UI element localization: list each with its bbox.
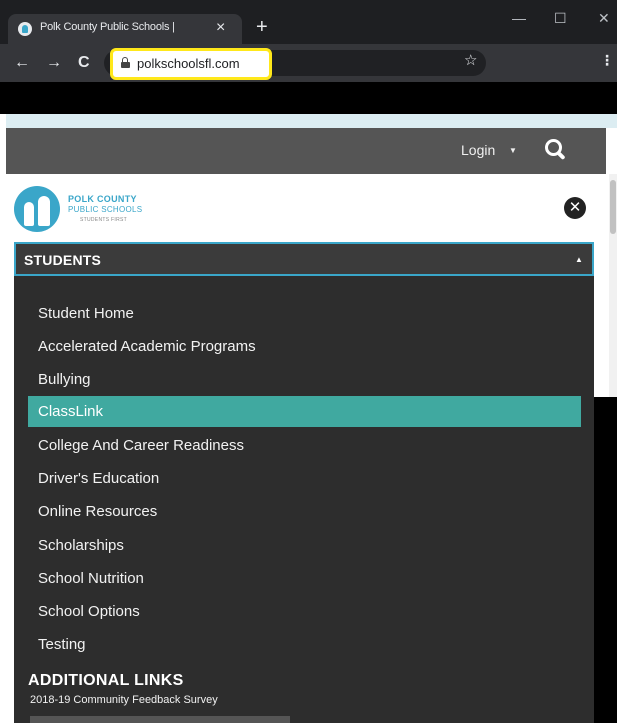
close-window-icon[interactable]: ✕ (598, 8, 610, 28)
logo-line-1: POLK COUNTY (68, 194, 137, 204)
new-tab-icon[interactable]: + (256, 14, 268, 40)
close-menu-icon[interactable]: ✕ (564, 197, 586, 219)
menu-item-school-options[interactable]: School Options (28, 596, 581, 627)
forward-icon[interactable]: → (46, 53, 62, 73)
logo-mark-icon (14, 186, 60, 232)
menu-item-classlink[interactable]: ClassLink (28, 396, 581, 427)
url-text[interactable]: polkschoolsfl.com (137, 56, 240, 71)
menu-item-college-and-career-readiness[interactable]: College And Career Readiness (28, 430, 581, 461)
additional-link-item[interactable]: 2018-19 Community Feedback Survey (30, 694, 218, 706)
back-icon[interactable]: ← (14, 53, 30, 73)
chevron-down-icon[interactable]: ▼ (509, 142, 517, 160)
menu-item-testing[interactable]: Testing (28, 629, 581, 660)
browser-menu-icon[interactable]: ⋮ (600, 52, 614, 69)
section-dropdown[interactable]: STUDENTS ▲ (14, 242, 594, 276)
browser-tab-strip: Polk County Public Schools | × + — ☐ ✕ (0, 0, 617, 44)
bookmark-star-icon[interactable]: ☆ (464, 51, 477, 69)
browser-toolbar: ← → C (0, 44, 617, 82)
login-link[interactable]: Login (461, 142, 495, 158)
chevron-up-icon: ▲ (575, 255, 583, 264)
dropdown-label: STUDENTS (24, 252, 102, 268)
minimize-window-icon[interactable]: — (512, 8, 526, 28)
additional-links-heading: ADDITIONAL LINKS (28, 672, 184, 689)
lock-icon (121, 57, 130, 68)
maximize-window-icon[interactable]: ☐ (554, 8, 567, 28)
menu-item-school-nutrition[interactable]: School Nutrition (28, 563, 581, 594)
students-menu: Student Home Accelerated Academic Progra… (14, 276, 594, 723)
menu-item-accelerated-academic-programs[interactable]: Accelerated Academic Programs (28, 331, 581, 362)
scrollbar-thumb[interactable] (610, 180, 616, 234)
logo-line-2: PUBLIC SCHOOLS (68, 205, 143, 214)
tab-title: Polk County Public Schools | (40, 21, 175, 33)
page-top-strip (6, 114, 617, 128)
district-logo[interactable]: POLK COUNTY PUBLIC SCHOOLS STUDENTS FIRS… (14, 186, 174, 236)
menu-item-student-home[interactable]: Student Home (28, 298, 581, 329)
browser-tab[interactable]: Polk County Public Schools | × (8, 14, 242, 44)
search-icon[interactable] (544, 138, 566, 160)
close-tab-icon[interactable]: × (216, 17, 225, 39)
reload-icon[interactable]: C (78, 53, 90, 73)
bookmarks-bar (0, 82, 617, 114)
additional-link-item-cutoff[interactable] (30, 716, 290, 723)
site-favicon-icon (18, 22, 32, 36)
menu-item-drivers-education[interactable]: Driver's Education (28, 463, 581, 494)
page-background-dark (594, 397, 617, 723)
url-highlight[interactable]: polkschoolsfl.com (110, 48, 272, 80)
menu-item-scholarships[interactable]: Scholarships (28, 530, 581, 561)
menu-item-bullying[interactable]: Bullying (28, 364, 581, 395)
menu-item-online-resources[interactable]: Online Resources (28, 496, 581, 527)
logo-tagline: STUDENTS FIRST (80, 217, 127, 223)
web-page: Login ▼ POLK COUNTY PUBLIC SCHOOLS STUDE… (6, 114, 617, 723)
